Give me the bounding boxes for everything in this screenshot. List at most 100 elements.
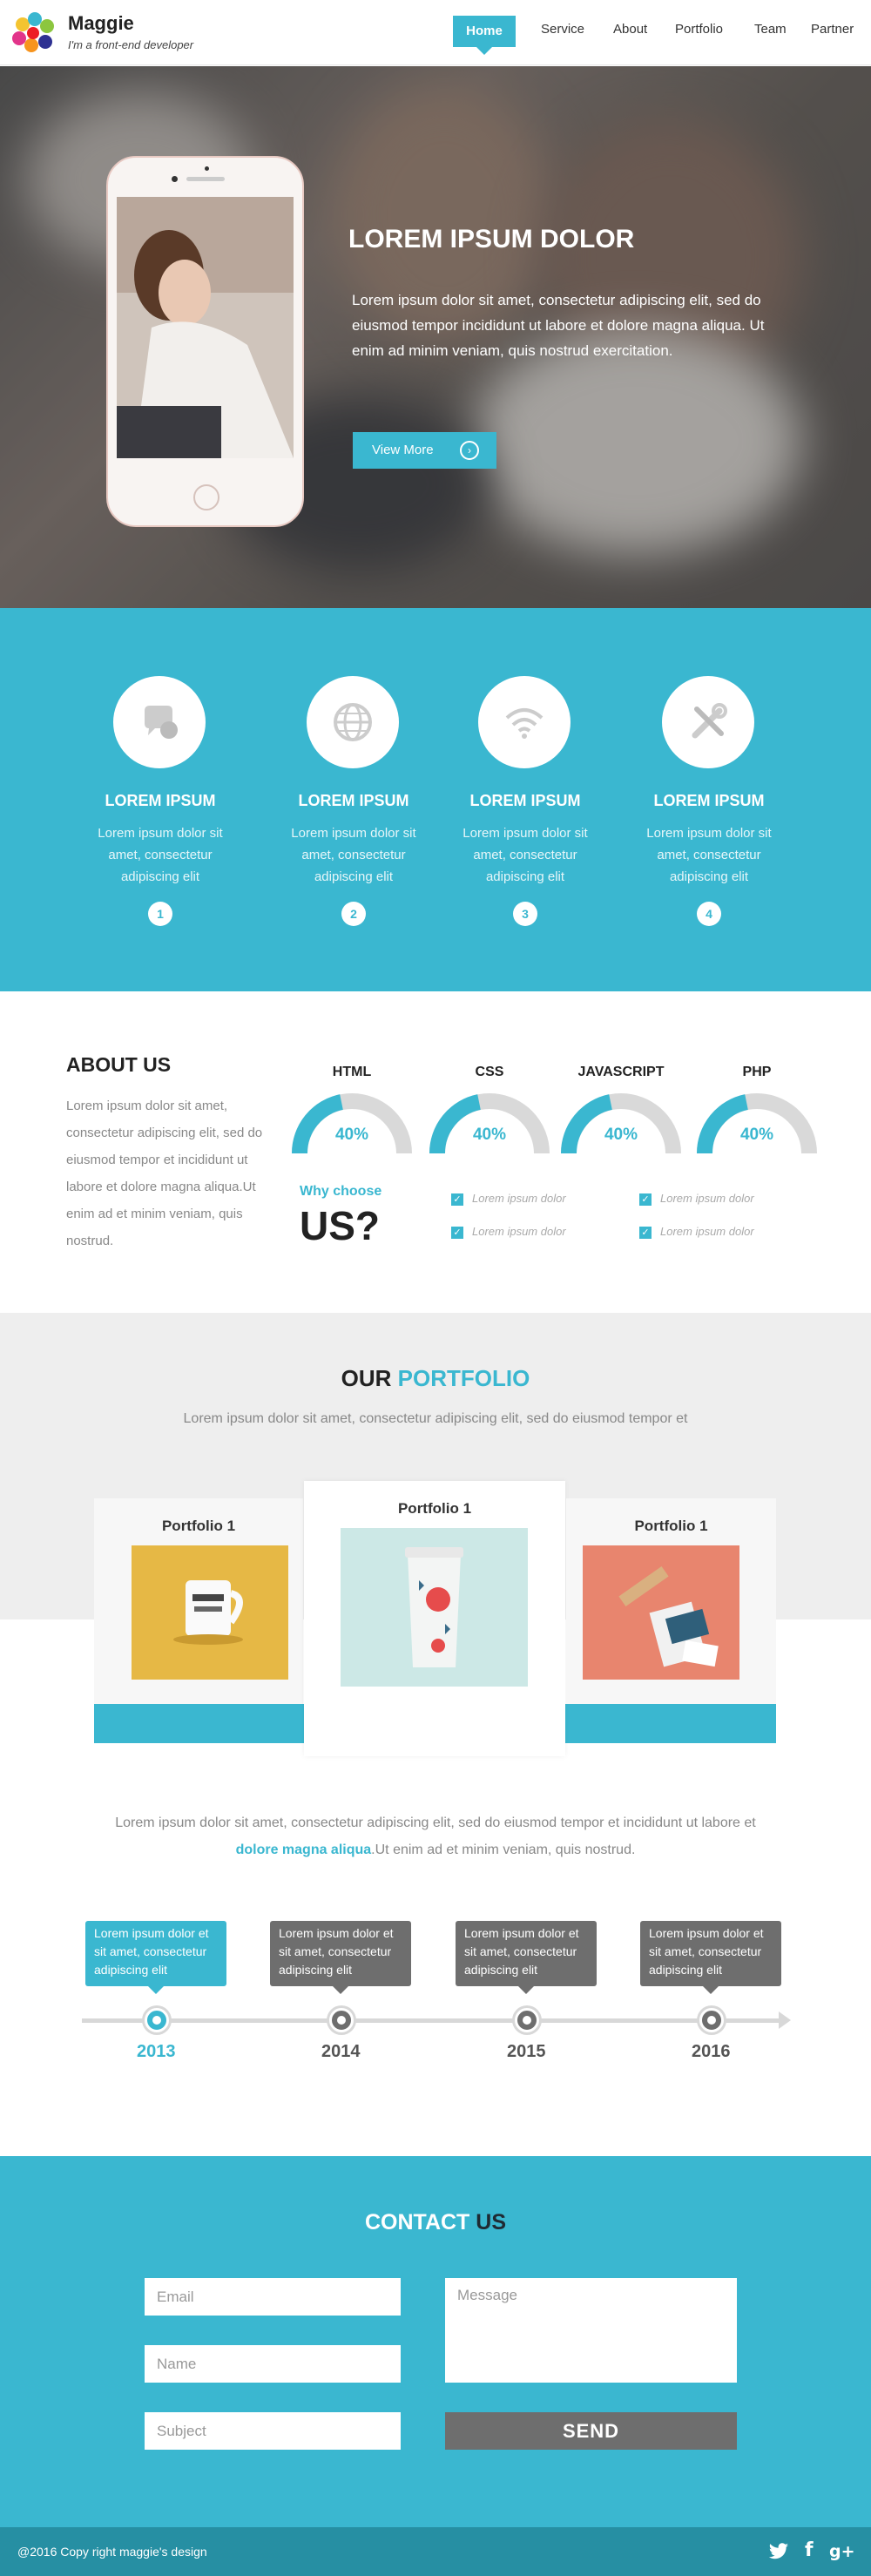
phone-speaker [186,177,225,181]
gauge-arc [291,1093,412,1154]
site-header: Maggie I'm a front-end developer Home Se… [0,0,871,65]
nav-item-about[interactable]: About [613,22,647,37]
checkbox-icon: ✓ [639,1226,652,1239]
timeline-year: 2013 [137,2042,176,2061]
timeline-card-tail [148,1986,164,1994]
timeline-dot[interactable] [145,2008,169,2032]
site-footer: @2016 Copy right maggie's design f g+ [0,2527,871,2576]
timeline-card-tail [703,1986,719,1994]
contact-title-a: CONTACT [364,2210,470,2235]
timeline-card: Lorem ipsum dolor et sit amet, consectet… [270,1921,411,1986]
portfolio-card-title: Portfolio 1 [161,1518,236,1534]
hero-text: Lorem ipsum dolor sit amet, consectetur … [352,292,765,359]
service-title: LOREM IPSUM [298,792,409,809]
nav-item-team[interactable]: Team [754,22,787,37]
portfolio-card-title: Portfolio 1 [397,1500,472,1517]
skill-name: CSS [475,1065,504,1079]
skill-gauge-javascript: JAVASCRIPT 40% [560,1065,682,1154]
checklist-label: Lorem ipsum dolor [660,1192,754,1205]
google-plus-icon[interactable]: g+ [829,2542,855,2561]
view-more-button[interactable]: View More › [353,432,496,469]
skill-value: 40% [739,1126,774,1144]
service-text: Lorem ipsum dolor sit amet, consectetur … [463,826,588,884]
chat-icon[interactable] [113,676,206,768]
nav-item-home[interactable]: Home [453,16,516,47]
service-text: Lorem ipsum dolor sit amet, consectetur … [98,826,223,884]
facebook-icon[interactable]: f [805,2539,814,2561]
portfolio-description: Lorem ipsum dolor sit amet, consectetur … [105,1809,766,1863]
nav-item-service[interactable]: Service [541,22,584,37]
portfolio-card-title: Portfolio 1 [634,1518,708,1534]
gauge-arc [429,1093,550,1154]
twitter-icon[interactable] [768,2543,789,2560]
skill-gauge-html: HTML 40% [291,1065,413,1154]
timeline-dot[interactable] [515,2008,539,2032]
checkbox-icon: ✓ [639,1193,652,1206]
portfolio-subtitle: Lorem ipsum dolor sit amet, consectetur … [183,1411,688,1426]
checkbox-icon: ✓ [451,1226,463,1239]
skill-name: JAVASCRIPT [577,1065,665,1079]
send-button[interactable]: SEND [445,2412,737,2450]
checklist-item: ✓ Lorem ipsum dolor [451,1225,566,1239]
timeline-year: 2016 [692,2042,731,2061]
message-field[interactable] [445,2278,737,2383]
timeline-card: Lorem ipsum dolor et sit amet, consectet… [640,1921,781,1986]
portfolio-card[interactable]: Portfolio 1 [566,1498,776,1704]
timeline-track [82,2018,779,2023]
service-number: 2 [341,902,366,926]
service-number: 3 [513,902,537,926]
main-nav: Home Service About Portfolio Team Partne… [0,0,871,65]
service-text: Lorem ipsum dolor sit amet, consectetur … [646,826,772,884]
service-title: LOREM IPSUM [469,792,581,809]
portfolio-title-a: OUR [341,1365,392,1391]
view-more-label: View More [372,443,434,457]
service-title: LOREM IPSUM [653,792,765,809]
skill-value: 40% [334,1126,369,1144]
timeline-card: Lorem ipsum dolor et sit amet, consectet… [85,1921,226,1986]
timeline-arrow-icon [779,2011,791,2029]
gauge-arc [696,1093,817,1154]
skill-name: PHP [742,1065,772,1079]
nav-item-portfolio[interactable]: Portfolio [675,22,723,37]
tools-icon[interactable] [662,676,754,768]
phone-home-button [193,484,219,510]
portfolio-card[interactable]: Portfolio 1 [304,1481,565,1756]
skill-value: 40% [472,1126,507,1144]
why-choose-label: Why choose [300,1184,382,1199]
timeline-card: Lorem ipsum dolor et sit amet, consectet… [456,1921,597,1986]
name-field[interactable] [145,2345,401,2383]
portfolio-image-cup [341,1528,528,1687]
wifi-icon[interactable] [478,676,571,768]
service-number: 4 [697,902,721,926]
portfolio-desc-highlight[interactable]: dolore magna aliqua [236,1842,372,1857]
checklist-label: Lorem ipsum dolor [472,1225,566,1238]
services-section: LOREM IPSUM Lorem ipsum dolor sit amet, … [0,608,871,991]
service-number: 1 [148,902,172,926]
skill-gauge-php: PHP 40% [696,1065,818,1154]
timeline-year: 2014 [321,2042,361,2061]
globe-icon[interactable] [307,676,399,768]
timeline-card-tail [518,1986,534,1994]
skill-gauge-css: CSS 40% [429,1065,550,1154]
timeline-dot[interactable] [699,2008,724,2032]
subject-field[interactable] [145,2412,401,2450]
checklist-item: ✓ Lorem ipsum dolor [639,1192,754,1206]
chevron-right-icon: › [460,441,479,460]
portfolio-desc-part: Lorem ipsum dolor sit amet, consectetur … [115,1815,756,1830]
portfolio-title-b: PORTFOLIO [397,1365,530,1391]
checklist-item: ✓ Lorem ipsum dolor [639,1225,754,1239]
nav-item-partner[interactable]: Partner [811,22,854,37]
timeline-dot[interactable] [329,2008,354,2032]
checklist-label: Lorem ipsum dolor [472,1192,566,1205]
phone-mockup [106,156,304,527]
portfolio-card[interactable]: Portfolio 1 [94,1498,303,1704]
email-field[interactable] [145,2278,401,2316]
portfolio-title: OUR PORTFOLIO [0,1365,871,1392]
service-text: Lorem ipsum dolor sit amet, consectetur … [291,826,416,884]
phone-sensor [172,176,178,182]
timeline-card-tail [333,1986,348,1994]
copyright-text: @2016 Copy right maggie's design [17,2545,207,2559]
gauge-arc [560,1093,681,1154]
nav-active-indicator [476,47,492,55]
contact-title: CONTACT US [0,2210,871,2235]
